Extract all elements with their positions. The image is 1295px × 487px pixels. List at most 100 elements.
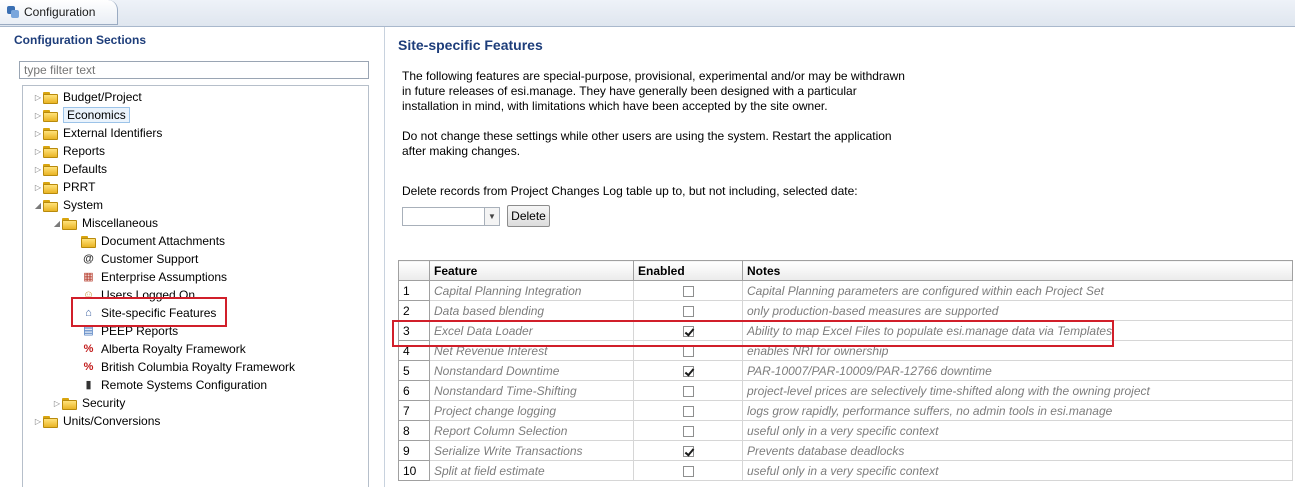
table-row[interactable]: 9 Serialize Write Transactions Prevents da… (398, 440, 1293, 461)
tree-item-label: Customer Support (101, 252, 199, 266)
enabled-checkbox[interactable] (682, 465, 694, 477)
enabled-cell (633, 460, 743, 481)
table-row[interactable]: 1 Capital Planning Integration Capital Pla… (398, 280, 1293, 301)
tree-item[interactable]: ◢ System (33, 196, 103, 214)
enabled-checkbox[interactable] (682, 345, 694, 357)
folder-icon (43, 145, 58, 158)
expand-arrow-icon[interactable]: ▷ (33, 111, 43, 120)
collapse-arrow-icon[interactable]: ◢ (52, 219, 62, 228)
feature-cell: Serialize Write Transactions (429, 440, 634, 461)
collapse-arrow-icon[interactable]: ◢ (33, 201, 43, 210)
enabled-checkbox[interactable] (682, 385, 694, 397)
enabled-cell (633, 400, 743, 421)
site-specific-features-panel: Site-specific Features The following fea… (386, 27, 1295, 487)
feature-cell: Nonstandard Downtime (429, 360, 634, 381)
table-row[interactable]: 4 Net Revenue Interest enables NRI for own… (398, 340, 1293, 361)
table-row[interactable]: 10 Split at field estimate useful only in … (398, 460, 1293, 481)
description-paragraph-1: The following features are special-purpo… (402, 69, 905, 113)
tree-item[interactable]: ▤ PEEP Reports (71, 322, 178, 340)
dropdown-arrow-icon[interactable]: ▼ (484, 207, 500, 226)
tree-item-label: Units/Conversions (63, 414, 161, 428)
tree-item[interactable]: ▷ Reports (33, 142, 105, 160)
tab-label: Configuration (24, 5, 96, 19)
column-header-notes[interactable]: Notes (742, 260, 1293, 281)
tree-item[interactable]: ◢ Miscellaneous (52, 214, 158, 232)
folder-icon (43, 415, 58, 428)
notes-cell: enables NRI for ownership (742, 340, 1293, 361)
table-row[interactable]: 7 Project change logging logs grow rapidly… (398, 400, 1293, 421)
expand-arrow-icon[interactable]: ▷ (33, 93, 43, 102)
feature-cell: Data based blending (429, 300, 634, 321)
tree-item[interactable]: % Alberta Royalty Framework (71, 340, 246, 358)
section-title: Configuration Sections (14, 33, 146, 47)
table-row[interactable]: 3 Excel Data Loader Ability to map Excel F… (398, 320, 1293, 341)
folder-icon (62, 397, 77, 410)
enabled-cell (633, 420, 743, 441)
enabled-checkbox[interactable] (682, 445, 694, 457)
tree-item[interactable]: ▷ Defaults (33, 160, 107, 178)
column-header-enabled[interactable]: Enabled (633, 260, 743, 281)
row-number: 4 (398, 340, 430, 361)
expand-arrow-icon[interactable]: ▷ (33, 183, 43, 192)
notes-cell: Prevents database deadlocks (742, 440, 1293, 461)
folder-icon (43, 109, 58, 122)
row-number: 8 (398, 420, 430, 441)
table-row[interactable]: 6 Nonstandard Time-Shifting project-level … (398, 380, 1293, 401)
expand-arrow-icon[interactable]: ▷ (33, 129, 43, 138)
expand-arrow-icon[interactable]: ▷ (33, 147, 43, 156)
row-number: 9 (398, 440, 430, 461)
table-row[interactable]: 2 Data based blending only production-base… (398, 300, 1293, 321)
tab-configuration[interactable]: Configuration (0, 0, 118, 25)
filter-input[interactable] (19, 61, 369, 79)
tree-item[interactable]: ▷ Economics (33, 106, 130, 124)
enabled-cell (633, 320, 743, 341)
notes-cell: PAR-10007/PAR-10009/PAR-12766 downtime (742, 360, 1293, 381)
column-header-feature[interactable]: Feature (429, 260, 634, 281)
folder-icon (43, 127, 58, 140)
expand-arrow-icon[interactable]: ▷ (33, 165, 43, 174)
feature-cell: Report Column Selection (429, 420, 634, 441)
tree-item[interactable]: @ Customer Support (71, 250, 198, 268)
row-number: 3 (398, 320, 430, 341)
folder-icon (43, 199, 58, 212)
tree-item[interactable]: ☺ Users Logged On (71, 286, 195, 304)
user-icon: ☺ (82, 289, 95, 301)
tree-item[interactable]: ▷ PRRT (33, 178, 95, 196)
expand-arrow-icon[interactable]: ▷ (52, 399, 62, 408)
site-features-icon: ⌂ (85, 307, 92, 319)
enabled-checkbox[interactable] (682, 425, 694, 437)
tree-item[interactable]: ▷ External Identifiers (33, 124, 162, 142)
notes-cell: Capital Planning parameters are configur… (742, 280, 1293, 301)
configuration-tree: ▷ Budget/Project ▷ Economics ▷ External Ident… (22, 85, 369, 487)
delete-prompt: Delete records from Project Changes Log … (402, 184, 858, 198)
description-paragraph-2: Do not change these settings while other… (402, 129, 892, 158)
tree-item-label: External Identifiers (63, 126, 163, 140)
enabled-checkbox[interactable] (682, 325, 694, 337)
tree-item[interactable]: ▷ Security (52, 394, 125, 412)
table-row[interactable]: 5 Nonstandard Downtime PAR-10007/PAR-10009… (398, 360, 1293, 381)
tree-item[interactable]: ▷ Budget/Project (33, 88, 142, 106)
tree-item[interactable]: ⌂ Site-specific Features (71, 304, 216, 322)
at-sign-icon: @ (83, 253, 94, 265)
enabled-checkbox[interactable] (682, 405, 694, 417)
tree-item-label: Reports (63, 144, 106, 158)
notes-cell: useful only in a very specific context (742, 420, 1293, 441)
expand-arrow-icon[interactable]: ▷ (33, 417, 43, 426)
tree-item[interactable]: ▷ Units/Conversions (33, 412, 160, 430)
enabled-cell (633, 440, 743, 461)
row-number: 1 (398, 280, 430, 301)
tree-item-label: Alberta Royalty Framework (101, 342, 246, 356)
tree-item[interactable]: Document Attachments (71, 232, 225, 250)
enabled-cell (633, 360, 743, 381)
delete-button[interactable]: Delete (507, 205, 550, 227)
tree-item[interactable]: % British Columbia Royalty Framework (71, 358, 295, 376)
enabled-checkbox[interactable] (682, 365, 694, 377)
table-row[interactable]: 8 Report Column Selection useful only in a… (398, 420, 1293, 441)
tree-item[interactable]: ▮ Remote Systems Configuration (71, 376, 267, 394)
configuration-icon (6, 5, 20, 19)
enabled-checkbox[interactable] (682, 305, 694, 317)
tree-item[interactable]: ▦ Enterprise Assumptions (71, 268, 227, 286)
tree-item-label: PEEP Reports (101, 324, 179, 338)
enabled-cell (633, 300, 743, 321)
enabled-checkbox[interactable] (682, 285, 694, 297)
